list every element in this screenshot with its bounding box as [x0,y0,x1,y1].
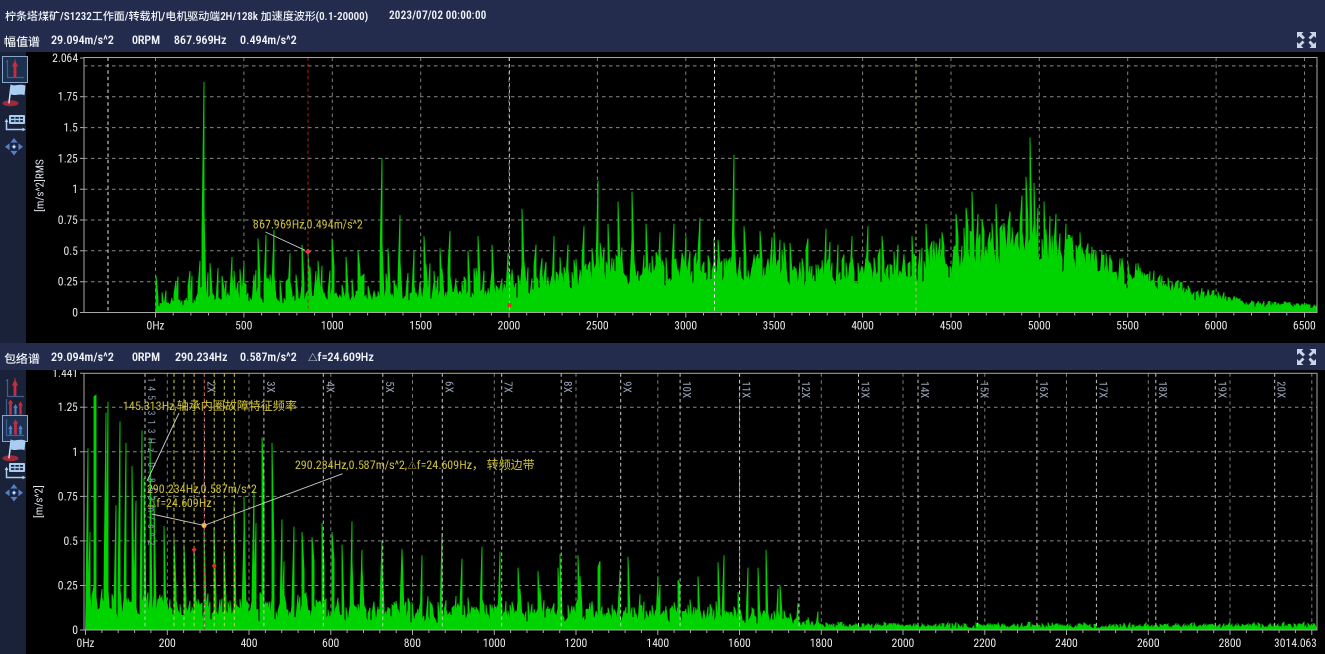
svg-text:1000: 1000 [483,636,506,650]
svg-text:6000: 6000 [1205,319,1228,333]
svg-text:500: 500 [235,319,252,333]
svg-text:5500: 5500 [1116,319,1139,333]
svg-text:0.75: 0.75 [58,213,78,227]
svg-text:0.5: 0.5 [64,534,78,548]
svg-text:15X: 15X [977,381,990,398]
svg-text:2.064: 2.064 [52,52,78,65]
svg-text:1000: 1000 [321,319,344,333]
svg-text:1800: 1800 [810,636,833,650]
svg-text:3500: 3500 [763,319,786,333]
svg-text:8X: 8X [561,381,574,393]
svg-text:5000: 5000 [1028,319,1051,333]
svg-text:11X: 11X [740,381,753,398]
svg-text:1.441: 1.441 [52,370,78,380]
svg-text:2500: 2500 [586,319,609,333]
svg-text:7X: 7X [502,381,515,393]
svg-text:0: 0 [72,306,78,320]
svg-text:1200: 1200 [565,636,588,650]
svg-text:2600: 2600 [1137,636,1160,650]
svg-text:6X: 6X [442,381,455,393]
svg-text:4500: 4500 [940,319,963,333]
svg-text:0.25: 0.25 [58,275,78,289]
svg-text:0.25: 0.25 [58,579,78,593]
svg-text:19X: 19X [1215,381,1228,398]
svg-text:2800: 2800 [1219,636,1242,650]
svg-text:2X: 2X [204,381,217,393]
svg-text:6500: 6500 [1293,319,1316,333]
svg-text:2000: 2000 [498,319,521,333]
svg-text:290.234Hz,0.587m/s^2,△f=24.609: 290.234Hz,0.587m/s^2,△f=24.609Hz， 转频边带 [295,458,535,472]
svg-text:14X: 14X [918,381,931,398]
svg-text:12X: 12X [799,381,812,398]
svg-text:4X: 4X [323,381,336,393]
svg-text:1600: 1600 [728,636,751,650]
svg-text:290.234Hz,0.587m/s^2: 290.234Hz,0.587m/s^2 [147,482,257,496]
svg-text:17X: 17X [1096,381,1109,398]
svg-text:800: 800 [404,636,421,650]
svg-text:3000: 3000 [674,319,697,333]
svg-text:1400: 1400 [646,636,669,650]
svg-text:9X: 9X [621,381,634,393]
svg-text:13X: 13X [859,381,872,398]
svg-text:200: 200 [159,636,176,650]
svg-text:5X: 5X [383,381,396,393]
svg-text:16X: 16X [1037,381,1050,398]
svg-text:400: 400 [240,636,257,650]
svg-text:1500: 1500 [409,319,432,333]
svg-text:20X: 20X [1275,381,1288,398]
svg-text:0Hz: 0Hz [147,319,166,333]
svg-text:0: 0 [72,623,78,637]
svg-text:1: 1 [72,445,78,459]
svg-text:1.25: 1.25 [58,151,78,165]
svg-text:18X: 18X [1156,381,1169,398]
svg-text:△f=24.609Hz: △f=24.609Hz [147,496,212,510]
svg-text:2200: 2200 [973,636,996,650]
svg-text:0.5: 0.5 [64,244,78,258]
svg-text:867.969Hz,0.494m/s^2: 867.969Hz,0.494m/s^2 [253,218,363,232]
svg-text:1.75: 1.75 [58,90,78,104]
svg-text:2400: 2400 [1055,636,1078,650]
svg-text:1.25: 1.25 [58,400,78,414]
svg-text:2000: 2000 [892,636,915,650]
svg-text:10X: 10X [680,381,693,398]
svg-text:3X: 3X [264,381,277,393]
svg-text:3014.063: 3014.063 [1274,636,1317,650]
svg-text:145.313Hz,轴承内圈故障特征频率: 145.313Hz,轴承内圈故障特征频率 [123,399,297,413]
svg-text:0Hz: 0Hz [77,636,96,650]
svg-text:0.75: 0.75 [58,489,78,503]
svg-text:1: 1 [72,182,78,196]
svg-text:1.5: 1.5 [64,121,78,135]
svg-text:4000: 4000 [851,319,874,333]
svg-text:600: 600 [322,636,339,650]
